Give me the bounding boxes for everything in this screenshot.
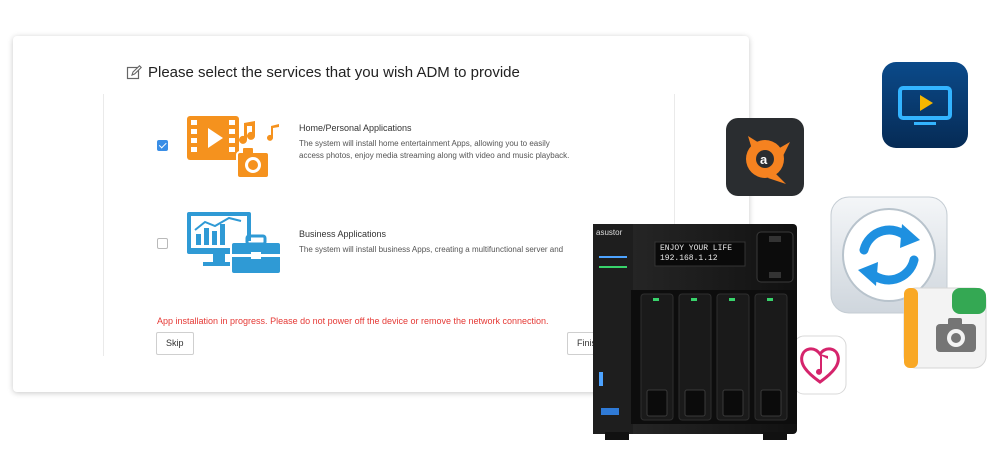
business-apps-checkbox[interactable] <box>157 238 168 249</box>
page-title: Please select the services that you wish… <box>148 64 520 81</box>
nas-lcd-line-2: 192.168.1.12 <box>660 254 718 263</box>
nas-brand-label: asustor <box>596 228 623 237</box>
home-apps-description-line: The system will install home entertainme… <box>299 139 550 148</box>
home-apps-title: Home/Personal Applications <box>299 123 412 133</box>
business-apps-title: Business Applications <box>299 229 387 239</box>
home-apps-description-line: access photos, enjoy media streaming alo… <box>299 151 570 160</box>
install-warning: App installation in progress. Please do … <box>157 316 549 326</box>
avast-app-icon: a <box>726 118 804 196</box>
business-apps-description-line: The system will install business Apps, c… <box>299 245 564 254</box>
svg-text:a: a <box>760 152 768 167</box>
home-media-icon <box>187 116 279 179</box>
business-apps-description: The system will install business Apps, c… <box>299 244 629 256</box>
photo-app-icon <box>903 287 987 369</box>
business-icon <box>187 212 282 275</box>
skip-button[interactable]: Skip <box>156 332 194 355</box>
video-player-app-icon <box>882 62 968 148</box>
home-apps-description: The system will install home entertainme… <box>299 138 629 162</box>
dialog-heading: Please select the services that you wish… <box>126 64 520 81</box>
nas-lcd-line-1: ENJOY YOUR LIFE <box>660 244 733 253</box>
edit-icon <box>126 64 142 79</box>
music-app-icon <box>793 335 847 395</box>
home-apps-checkbox[interactable] <box>157 140 168 151</box>
